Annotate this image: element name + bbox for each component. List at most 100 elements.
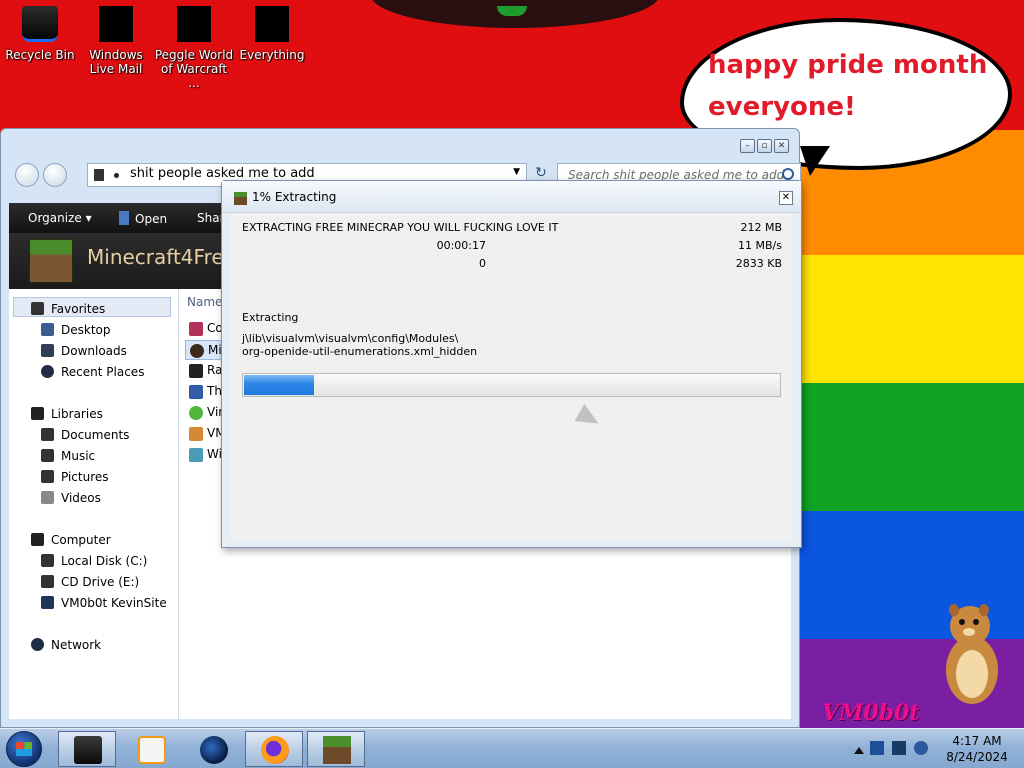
globe-icon bbox=[200, 736, 228, 764]
maximize-button[interactable]: ▫ bbox=[757, 139, 772, 153]
errors-count: 0 bbox=[479, 257, 486, 270]
redacted-app-icon bbox=[177, 6, 211, 42]
nav-pictures[interactable]: Pictures bbox=[9, 467, 179, 487]
file-row[interactable]: Mi bbox=[185, 340, 225, 360]
minecraft-block-icon bbox=[29, 239, 73, 283]
clock[interactable]: 4:17 AM 8/24/2024 bbox=[937, 733, 1017, 765]
speech-bubble-text: happy pride month everyone! bbox=[708, 50, 988, 122]
extract-dialog[interactable]: 1% Extracting ✕ EXTRACTING FREE MINECRAP… bbox=[221, 180, 802, 548]
music-icon bbox=[41, 449, 54, 462]
nav-recent-places[interactable]: Recent Places bbox=[9, 362, 179, 382]
minimize-button[interactable]: – bbox=[740, 139, 755, 153]
organize-button[interactable]: Organize ▾ bbox=[28, 211, 92, 225]
nav-label: Local Disk (C:) bbox=[61, 554, 148, 568]
taskbar-extractor[interactable] bbox=[307, 731, 365, 767]
videos-icon bbox=[41, 491, 54, 504]
nav-documents[interactable]: Documents bbox=[9, 425, 179, 445]
close-button[interactable]: ✕ bbox=[774, 139, 789, 153]
forward-button[interactable] bbox=[43, 163, 67, 187]
dialog-titlebar[interactable]: 1% Extracting ✕ bbox=[222, 181, 801, 213]
everything-desktop-icon[interactable]: Everything bbox=[232, 4, 312, 62]
nav-vm-site[interactable]: VM0b0t KevinSite bbox=[9, 593, 179, 613]
star-icon bbox=[31, 302, 44, 315]
file-row[interactable]: Wi bbox=[185, 445, 225, 465]
taskbar-ie[interactable] bbox=[184, 731, 242, 767]
app-icon bbox=[189, 448, 203, 462]
folder-header-title: Minecraft4Free bbox=[87, 245, 236, 269]
desktop-icon-label: Everything bbox=[239, 48, 305, 62]
downloads-icon bbox=[41, 344, 54, 357]
close-button[interactable]: ✕ bbox=[779, 191, 793, 205]
taskbar-explorer[interactable] bbox=[58, 731, 116, 767]
nav-network[interactable]: Network bbox=[9, 635, 179, 655]
archive-size: 212 MB bbox=[740, 221, 782, 234]
navigation-pane: Favorites Desktop Downloads Recent Place… bbox=[9, 289, 179, 719]
firefox-icon bbox=[261, 736, 289, 764]
app-icon bbox=[189, 364, 203, 378]
minecraft-block-icon bbox=[323, 736, 351, 764]
open-label: Open bbox=[135, 212, 168, 226]
volume-icon[interactable] bbox=[914, 741, 928, 755]
clock-date: 8/24/2024 bbox=[946, 750, 1008, 764]
redacted-app-icon bbox=[99, 6, 133, 42]
back-button[interactable] bbox=[15, 163, 39, 187]
file-row[interactable]: Vir bbox=[185, 403, 225, 423]
file-row[interactable]: VM bbox=[185, 424, 226, 444]
network-drive-icon bbox=[41, 596, 54, 609]
address-text: shit people asked me to add bbox=[130, 166, 315, 181]
status-label: Extracting bbox=[242, 311, 299, 324]
nav-downloads[interactable]: Downloads bbox=[9, 341, 179, 361]
explorer-icon bbox=[74, 736, 102, 764]
taskbar-firefox[interactable] bbox=[245, 731, 303, 767]
nav-label: Favorites bbox=[51, 302, 106, 316]
nav-videos[interactable]: Videos bbox=[9, 488, 179, 508]
minecraft-icon bbox=[190, 344, 204, 358]
progress-bar-fill bbox=[244, 375, 314, 395]
nav-label: Network bbox=[51, 638, 102, 652]
nav-libraries[interactable]: Libraries bbox=[9, 404, 179, 424]
nav-favorites[interactable]: Favorites bbox=[9, 299, 179, 319]
chevron-down-icon[interactable]: ▼ bbox=[513, 167, 520, 177]
nav-cd-drive[interactable]: CD Drive (E:) bbox=[9, 572, 179, 592]
app-icon bbox=[189, 385, 203, 399]
file-row[interactable]: Th bbox=[185, 382, 225, 402]
desktop-icon bbox=[41, 323, 54, 336]
start-button[interactable] bbox=[6, 731, 42, 767]
hamster-image bbox=[946, 604, 998, 704]
processed-size: 2833 KB bbox=[735, 257, 782, 270]
nav-label: Music bbox=[61, 449, 96, 463]
window-controls: – ▫ ✕ bbox=[740, 139, 789, 153]
taskbar-media-player[interactable] bbox=[122, 731, 180, 767]
speech-bubble-tail bbox=[800, 146, 830, 176]
show-hidden-icons-icon[interactable] bbox=[854, 747, 864, 754]
peggle-desktop-icon[interactable]: Peggle World of Warcraft ... bbox=[154, 4, 234, 90]
network-tray-icon[interactable] bbox=[892, 741, 906, 755]
system-tray: 4:17 AM 8/24/2024 bbox=[842, 729, 1024, 768]
redacted-app-icon bbox=[255, 6, 289, 42]
column-header-name[interactable]: Name bbox=[187, 295, 222, 309]
recent-places-icon bbox=[41, 365, 54, 378]
breadcrumb-separator-icon bbox=[114, 173, 119, 178]
file-row[interactable]: Co bbox=[185, 319, 225, 339]
file-row[interactable]: Ra bbox=[185, 361, 225, 381]
windows-live-mail-desktop-icon[interactable]: Windows Live Mail bbox=[76, 4, 156, 76]
documents-icon bbox=[41, 428, 54, 441]
clock-time: 4:17 AM bbox=[952, 734, 1002, 748]
windows-logo-icon bbox=[16, 742, 32, 756]
nav-label: Desktop bbox=[61, 323, 111, 337]
cd-drive-icon bbox=[41, 575, 54, 588]
nav-music[interactable]: Music bbox=[9, 446, 179, 466]
nav-desktop[interactable]: Desktop bbox=[9, 320, 179, 340]
nav-local-disk[interactable]: Local Disk (C:) bbox=[9, 551, 179, 571]
desktop-icon-label: Windows Live Mail bbox=[89, 48, 143, 76]
nav-label: Documents bbox=[61, 428, 130, 442]
flag-icon[interactable] bbox=[870, 741, 884, 755]
media-player-icon bbox=[138, 736, 166, 764]
open-button[interactable]: Open bbox=[119, 211, 167, 226]
app-icon bbox=[189, 427, 203, 441]
nav-label: Computer bbox=[51, 533, 111, 547]
recycle-bin-desktop-icon[interactable]: Recycle Bin bbox=[0, 4, 80, 62]
nav-computer[interactable]: Computer bbox=[9, 530, 179, 550]
search-icon[interactable] bbox=[782, 168, 794, 180]
folder-icon bbox=[94, 169, 104, 181]
